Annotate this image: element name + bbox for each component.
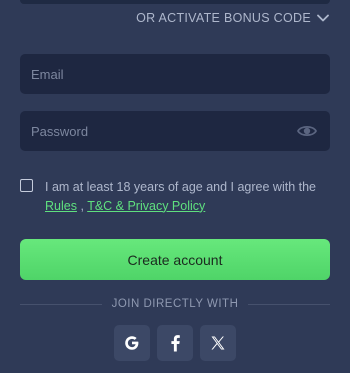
- join-directly-label: JOIN DIRECTLY WITH: [111, 298, 239, 310]
- signup-form: OR ACTIVATE BONUS CODE I am at least 18 …: [0, 0, 350, 373]
- join-directly-divider: JOIN DIRECTLY WITH: [20, 298, 330, 310]
- password-field-wrapper: [20, 110, 330, 152]
- create-account-button[interactable]: Create account: [20, 239, 330, 280]
- google-icon: [123, 334, 141, 352]
- password-input[interactable]: [20, 110, 330, 152]
- age-agreement-checkbox[interactable]: [20, 179, 33, 192]
- x-icon: [210, 335, 226, 351]
- google-login-button[interactable]: [114, 325, 150, 361]
- eye-icon[interactable]: [296, 122, 318, 140]
- agreement-text: I am at least 18 years of age and I agre…: [45, 180, 316, 194]
- email-input[interactable]: [20, 53, 330, 95]
- divider-line-right: [248, 303, 330, 305]
- social-login-buttons: [114, 325, 236, 361]
- facebook-icon: [169, 334, 181, 352]
- email-field-wrapper: [20, 53, 330, 95]
- chevron-down-icon: [317, 14, 329, 22]
- divider-line-left: [20, 303, 102, 305]
- activate-bonus-code-toggle[interactable]: OR ACTIVATE BONUS CODE: [136, 11, 329, 25]
- rules-link[interactable]: Rules: [45, 199, 77, 213]
- bonus-code-label: OR ACTIVATE BONUS CODE: [136, 11, 311, 25]
- link-separator: ,: [80, 198, 84, 213]
- agreement-text-block: I am at least 18 years of age and I agre…: [45, 178, 335, 215]
- facebook-login-button[interactable]: [157, 325, 193, 361]
- top-panel-edge: [20, 0, 330, 4]
- x-login-button[interactable]: [200, 325, 236, 361]
- privacy-policy-link[interactable]: T&C & Privacy Policy: [87, 199, 205, 213]
